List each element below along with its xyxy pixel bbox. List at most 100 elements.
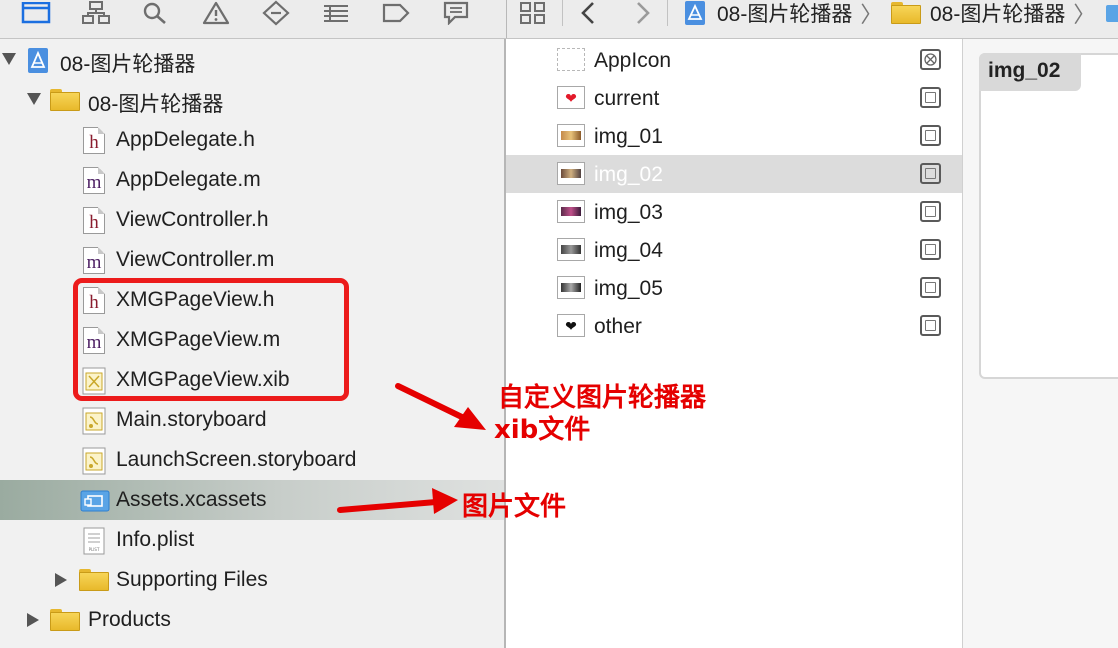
image-set-title: img_02: [988, 59, 1061, 82]
breakpoint-navigator-icon[interactable]: [379, 0, 413, 26]
image-thumbnail-icon: [557, 200, 585, 223]
jumpbar-group-label: 08-图片轮播器: [930, 3, 1066, 26]
asset-row[interactable]: img_04: [506, 231, 962, 269]
file-label: Assets.xcassets: [116, 488, 267, 511]
jumpbar-assets-icon[interactable]: [1105, 0, 1118, 26]
asset-row[interactable]: ❤ other: [506, 307, 962, 345]
file-row[interactable]: m ViewController.m: [0, 240, 504, 280]
supporting-files-label: Supporting Files: [116, 568, 268, 591]
folder-icon: [891, 2, 921, 24]
disclosure-closed-icon[interactable]: [55, 573, 67, 587]
project-navigator-icon[interactable]: [19, 0, 53, 26]
group-row[interactable]: 08-图片轮播器: [0, 80, 504, 120]
asset-status-crossed-icon: [920, 49, 941, 70]
symbol-navigator-icon[interactable]: [79, 0, 113, 26]
asset-list: AppIcon ❤ current img_01 img_02 img_03 i…: [506, 39, 963, 648]
storyboard-file-icon: [82, 407, 106, 440]
disclosure-open-icon[interactable]: [27, 93, 41, 105]
jump-bar: 08-图片轮播器 〉 08-图片轮播器 〉: [506, 0, 1118, 38]
file-label: ViewController.h: [116, 208, 269, 231]
debug-navigator-icon[interactable]: [319, 0, 353, 26]
asset-label: img_01: [594, 125, 663, 148]
file-row[interactable]: PLIST Info.plist: [0, 520, 504, 560]
file-label: Info.plist: [116, 528, 195, 551]
back-arrow-icon[interactable]: [579, 0, 597, 26]
issue-navigator-icon[interactable]: [199, 0, 233, 26]
jumpbar-group[interactable]: 08-图片轮播器 〉: [891, 0, 1096, 27]
black-heart-thumbnail-icon: ❤: [557, 314, 585, 337]
image-set-card: [979, 53, 1118, 379]
folder-icon: [50, 89, 80, 111]
file-label: LaunchScreen.storyboard: [116, 448, 357, 471]
asset-row[interactable]: img_05: [506, 269, 962, 307]
disclosure-closed-icon[interactable]: [27, 613, 39, 627]
forward-arrow-icon[interactable]: [634, 0, 652, 26]
asset-status-icon: [920, 315, 941, 336]
jumpbar-project-label: 08-图片轮播器: [717, 3, 853, 26]
implementation-file-icon: m: [83, 167, 105, 194]
asset-row[interactable]: img_01: [506, 117, 962, 155]
file-label: AppDelegate.h: [116, 128, 255, 151]
file-row-selected[interactable]: Assets.xcassets: [0, 480, 504, 520]
navigator-selector-bar: [0, 0, 506, 38]
file-row[interactable]: LaunchScreen.storyboard: [0, 440, 504, 480]
asset-status-icon: [920, 87, 941, 108]
asset-label: AppIcon: [594, 49, 672, 72]
asset-status-icon: [920, 163, 941, 184]
report-navigator-icon[interactable]: [439, 0, 473, 26]
asset-label: other: [594, 315, 642, 338]
heart-thumbnail-icon: ❤: [557, 86, 585, 109]
asset-row[interactable]: img_03: [506, 193, 962, 231]
group-label: 08-图片轮播器: [88, 93, 224, 116]
asset-label: img_04: [594, 239, 663, 262]
jumpbar-divider: [562, 0, 563, 26]
asset-detail-panel: img_02: [963, 39, 1118, 648]
storyboard-file-icon: [82, 447, 106, 480]
related-items-icon[interactable]: [519, 0, 547, 26]
products-label: Products: [88, 608, 171, 631]
asset-label: current: [594, 87, 660, 110]
project-row[interactable]: 08-图片轮播器: [0, 40, 504, 80]
image-thumbnail-icon: [557, 124, 585, 147]
folder-icon: [50, 609, 80, 631]
jumpbar-project[interactable]: 08-图片轮播器 〉: [683, 0, 883, 27]
jumpbar-chevron-icon-2: 〉: [1073, 2, 1096, 27]
asset-row[interactable]: AppIcon: [506, 41, 962, 79]
svg-text:PLIST: PLIST: [89, 547, 100, 552]
asset-row[interactable]: ❤ current: [506, 79, 962, 117]
asset-status-icon: [920, 277, 941, 298]
project-file-icon: [26, 47, 50, 79]
file-row[interactable]: h AppDelegate.h: [0, 120, 504, 160]
asset-status-icon: [920, 239, 941, 260]
file-row[interactable]: m AppDelegate.m: [0, 160, 504, 200]
test-navigator-icon[interactable]: [259, 0, 293, 26]
top-toolbar: 08-图片轮播器 〉 08-图片轮播器 〉: [0, 0, 1118, 39]
file-row[interactable]: Main.storyboard: [0, 400, 504, 440]
project-file-icon: [685, 1, 705, 25]
image-thumbnail-icon: [557, 276, 585, 299]
asset-row-selected[interactable]: img_02: [506, 155, 962, 193]
file-row[interactable]: h ViewController.h: [0, 200, 504, 240]
file-label: AppDelegate.m: [116, 168, 261, 191]
folder-icon: [79, 569, 109, 591]
jumpbar-chevron-icon: 〉: [860, 2, 883, 27]
file-label: ViewController.m: [116, 248, 275, 271]
find-navigator-icon[interactable]: [138, 0, 172, 26]
asset-label: img_02: [594, 163, 663, 186]
plist-file-icon: PLIST: [83, 527, 105, 560]
appicon-placeholder-icon: [557, 48, 585, 71]
annotation-highlight-box: [73, 278, 349, 401]
products-row[interactable]: Products: [0, 600, 504, 640]
jumpbar-divider-2: [667, 0, 668, 26]
header-file-icon: h: [83, 207, 105, 234]
annotation-assets-note: 图片文件: [462, 492, 567, 522]
implementation-file-icon: m: [83, 247, 105, 274]
supporting-files-row[interactable]: Supporting Files: [0, 560, 504, 600]
file-label: Main.storyboard: [116, 408, 267, 431]
image-thumbnail-icon: [557, 238, 585, 261]
asset-label: img_03: [594, 201, 663, 224]
disclosure-open-icon[interactable]: [2, 53, 16, 65]
annotation-xib-line2: xib文件: [494, 415, 591, 445]
image-thumbnail-icon: [557, 162, 585, 185]
project-label: 08-图片轮播器: [60, 53, 196, 76]
